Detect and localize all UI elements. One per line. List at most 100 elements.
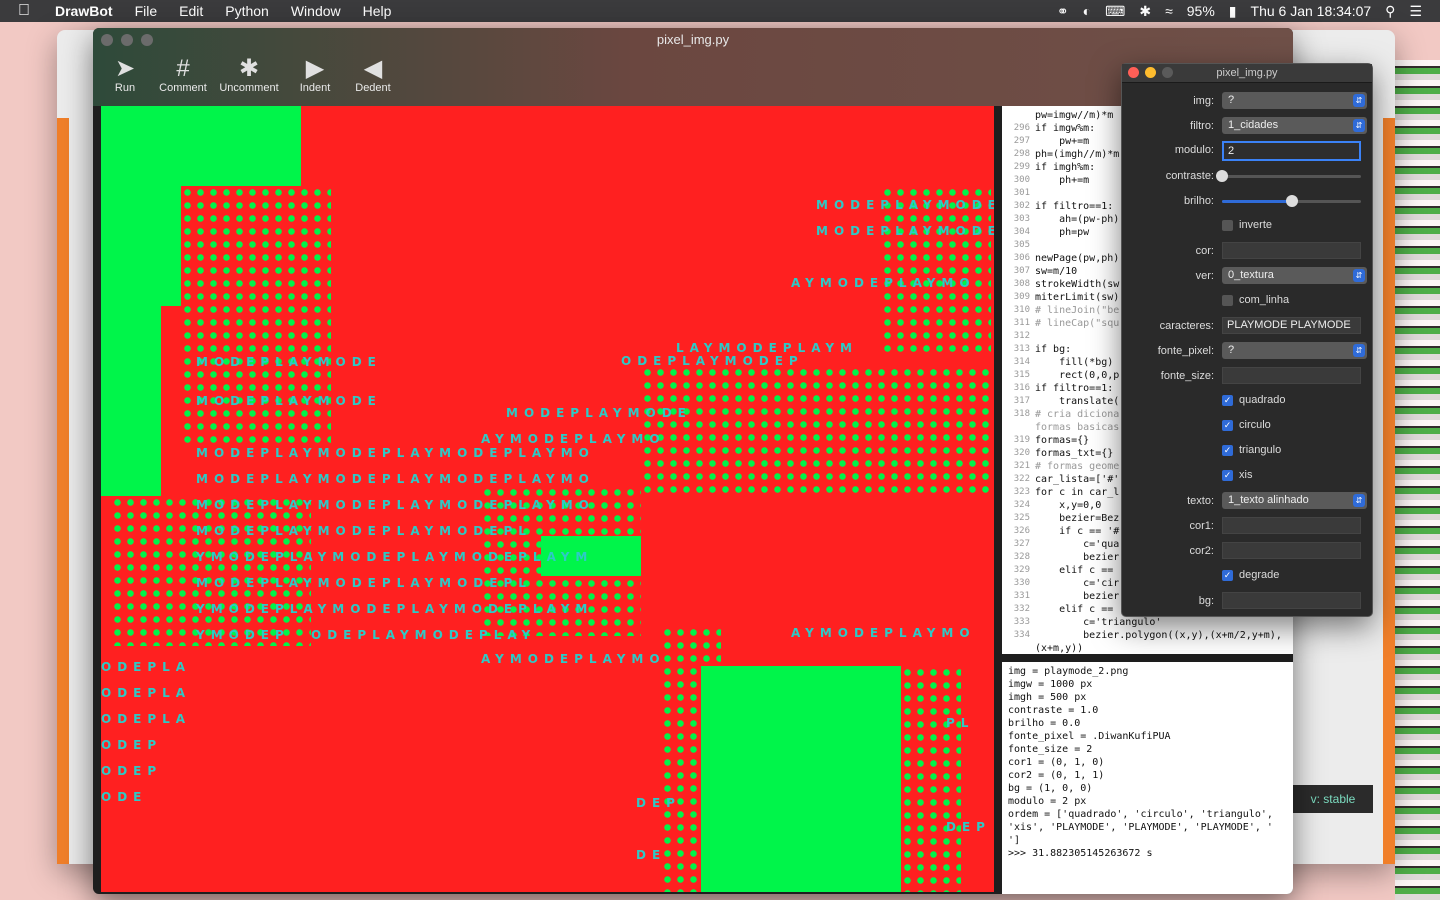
code-line[interactable]: for c in car_l — [1035, 487, 1119, 498]
code-line[interactable]: # cria diciona — [1035, 409, 1119, 420]
contraste-knob[interactable] — [1216, 170, 1228, 182]
code-line[interactable]: if filtro==1: — [1035, 201, 1113, 212]
ver-select[interactable]: 0_textura ⇵ — [1222, 267, 1367, 284]
menu-file[interactable]: File — [124, 0, 169, 22]
texto-select[interactable]: 1_texto alinhado ⇵ — [1222, 492, 1367, 509]
code-line[interactable]: translate( — [1035, 396, 1119, 407]
bluetooth-icon[interactable]: ✱ — [1139, 3, 1151, 20]
pattern-text: ODEPLA — [101, 686, 192, 700]
code-line[interactable]: ph=(imgh//m)*m — [1035, 149, 1119, 160]
panel-zoom-button[interactable] — [1162, 67, 1173, 78]
code-line[interactable]: # lineJoin("be — [1035, 305, 1119, 316]
code-line[interactable]: c='cir — [1035, 578, 1119, 589]
code-line[interactable]: fill(*bg) — [1035, 357, 1113, 368]
modulo-input[interactable]: 2 — [1222, 141, 1361, 161]
brilho-knob[interactable] — [1285, 195, 1298, 207]
code-line[interactable]: (x+m,y)) — [1035, 643, 1083, 654]
pattern-text: MODEPLAYMODEPLAYMODEPLAYMO — [196, 446, 595, 460]
circulo-checkbox[interactable]: ✓ circulo — [1222, 419, 1271, 431]
dedent-button[interactable]: ◀ Dedent — [349, 56, 397, 95]
control-center-icon[interactable]: ☰ — [1409, 3, 1422, 20]
battery-icon[interactable]: ▮ — [1229, 3, 1237, 20]
code-line[interactable]: sw=m/10 — [1035, 266, 1077, 277]
code-line[interactable]: car_lista=['#' — [1035, 474, 1119, 485]
img-select[interactable]: ? ⇵ — [1222, 92, 1367, 109]
menu-edit[interactable]: Edit — [168, 0, 214, 22]
cor-input[interactable] — [1222, 242, 1361, 259]
apple-icon[interactable]:  — [18, 2, 36, 20]
code-line[interactable]: miterLimit(sw) — [1035, 292, 1119, 303]
menu-app-name[interactable]: DrawBot — [44, 0, 124, 22]
menu-help[interactable]: Help — [352, 0, 403, 22]
run-button[interactable]: ➤ Run — [101, 56, 149, 95]
menu-window[interactable]: Window — [280, 0, 352, 22]
uncomment-button[interactable]: ✱ Uncomment — [217, 56, 281, 95]
code-line[interactable]: # lineCap("squ — [1035, 318, 1119, 329]
code-line[interactable]: c='triangulo' — [1035, 617, 1161, 628]
version-badge[interactable]: v: stable — [1293, 785, 1373, 813]
wifi-icon[interactable]: ≈ — [1165, 3, 1173, 19]
code-line[interactable]: strokeWidth(sw — [1035, 279, 1119, 290]
code-line[interactable]: pw=imgw//m)*m — [1035, 110, 1113, 121]
code-line[interactable]: ah=(pw-ph) — [1035, 214, 1119, 225]
filtro-select[interactable]: 1_cidades ⇵ — [1222, 117, 1367, 134]
line-number: 321 — [1013, 461, 1030, 471]
fonte-size-input[interactable] — [1222, 367, 1361, 384]
triangulo-checkbox[interactable]: ✓ triangulo — [1222, 444, 1281, 456]
code-line[interactable]: if bg: — [1035, 344, 1071, 355]
comment-button[interactable]: # Comment — [159, 56, 207, 95]
menu-python[interactable]: Python — [214, 0, 280, 22]
row-inverte: inverte — [1122, 217, 1372, 237]
battery-percent[interactable]: 95% — [1187, 3, 1215, 19]
cor1-input[interactable] — [1222, 517, 1361, 534]
degrade-checkbox[interactable]: ✓ degrade — [1222, 569, 1279, 581]
code-line[interactable]: # formas geome — [1035, 461, 1119, 472]
caracteres-input[interactable]: PLAYMODE PLAYMODE — [1222, 317, 1361, 334]
output-line: fonte_size = 2 — [1008, 744, 1093, 755]
inverte-checkbox[interactable]: inverte — [1222, 219, 1272, 231]
code-line[interactable]: bezier=Bez — [1035, 513, 1119, 524]
pattern-text: DE — [636, 848, 667, 862]
drawing-canvas[interactable]: MODEPLAYMODE MODEPLAYMODE MODEPLAYMODEPL… — [101, 106, 994, 892]
code-line[interactable]: if filtro==1: — [1035, 383, 1113, 394]
code-line[interactable]: x,y=0,0 — [1035, 500, 1101, 511]
code-line[interactable]: elif c == — [1035, 565, 1113, 576]
line-number: 307 — [1013, 266, 1030, 276]
code-line[interactable]: ph=pw — [1035, 227, 1089, 238]
code-line[interactable]: newPage(pw,ph) — [1035, 253, 1119, 264]
contraste-slider[interactable] — [1216, 170, 1361, 182]
code-line[interactable]: if imgh%m: — [1035, 162, 1095, 173]
creative-cloud-icon[interactable]: ⚭ — [1057, 3, 1069, 20]
pattern-text: MODEPLAYMODEPLAYMODEPLAYMO — [196, 498, 595, 512]
code-line[interactable]: formas basicas — [1035, 422, 1119, 433]
bg-input[interactable] — [1222, 592, 1361, 609]
keyboard-icon[interactable]: ⌨ — [1105, 3, 1125, 20]
code-line[interactable]: bezier — [1035, 552, 1119, 563]
code-line[interactable]: rect(0,0,p — [1035, 370, 1119, 381]
code-line[interactable]: bezier — [1035, 591, 1119, 602]
indent-button[interactable]: ▶ Indent — [291, 56, 339, 95]
sync-icon[interactable]: ◐ — [1083, 3, 1091, 19]
brilho-slider[interactable] — [1222, 195, 1361, 207]
clock[interactable]: Thu 6 Jan 18:34:07 — [1251, 3, 1372, 19]
panel-close-button[interactable] — [1128, 67, 1139, 78]
code-line[interactable]: bezier.polygon((x,y),(x+m/2,y+m), — [1035, 630, 1282, 641]
com-linha-checkbox[interactable]: com_linha — [1222, 294, 1289, 306]
panel-minimize-button[interactable] — [1145, 67, 1156, 78]
code-line[interactable]: formas={} — [1035, 435, 1089, 446]
code-line[interactable]: elif c == — [1035, 604, 1113, 615]
output-console[interactable]: img = playmode_2.png imgw = 1000 px imgh =… — [1002, 662, 1293, 894]
code-line[interactable]: c='qua — [1035, 539, 1119, 550]
row-brilho: brilho: — [1122, 192, 1372, 212]
search-icon[interactable]: ⚲ — [1385, 3, 1395, 20]
fonte-pixel-select[interactable]: ? ⇵ — [1222, 342, 1367, 359]
code-line[interactable]: if imgw%m: — [1035, 123, 1095, 134]
line-number: 329 — [1013, 565, 1030, 575]
cor2-input[interactable] — [1222, 542, 1361, 559]
code-line[interactable]: pw+=m — [1035, 136, 1089, 147]
code-line[interactable]: ph+=m — [1035, 175, 1089, 186]
code-line[interactable]: formas_txt={} — [1035, 448, 1113, 459]
xis-checkbox[interactable]: ✓ xis — [1222, 469, 1252, 481]
quadrado-checkbox[interactable]: ✓ quadrado — [1222, 394, 1286, 406]
code-line[interactable]: if c == '# — [1035, 526, 1119, 537]
